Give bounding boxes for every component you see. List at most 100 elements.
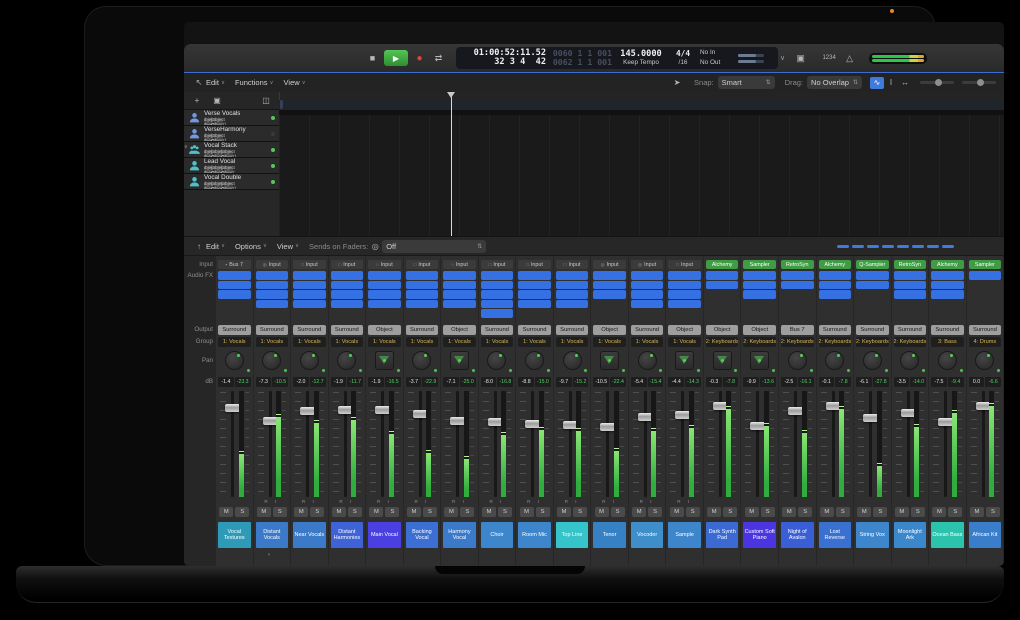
play-button[interactable]: ▶ — [384, 50, 408, 66]
pan-control[interactable] — [781, 349, 814, 375]
input-slot[interactable]: Alchemy — [931, 260, 964, 269]
cycle-button[interactable]: ⇄ — [431, 51, 446, 65]
pan-control[interactable] — [556, 349, 589, 375]
fx-plugin-slot[interactable] — [894, 271, 927, 280]
output-slot[interactable]: Surround — [556, 325, 589, 335]
menu-item[interactable]: Edit∨ — [206, 242, 225, 251]
gain-value[interactable]: -3.7 — [406, 377, 422, 387]
channel-strip[interactable]: ◎ Input Surround 1: Vocals -5.4 — [629, 256, 666, 566]
fx-plugin-slot[interactable] — [631, 290, 664, 299]
duplicate-track-button[interactable]: ▣ — [210, 95, 224, 107]
peak-value[interactable]: -15.4 — [648, 377, 664, 387]
mute-button[interactable]: M — [595, 507, 609, 517]
fx-plugin-slot[interactable] — [894, 281, 927, 290]
peak-value[interactable]: -22.9 — [422, 377, 438, 387]
channel-strip[interactable]: Alchemy Surround 2: Keyboards -0.1 -7.8 — [817, 256, 854, 566]
fader-track[interactable] — [644, 391, 647, 497]
pan-knob[interactable] — [600, 351, 619, 370]
peak-value[interactable]: -10.5 — [272, 377, 288, 387]
solo-button[interactable]: S — [611, 507, 625, 517]
gain-value[interactable]: -7.1 — [443, 377, 459, 387]
channel-name[interactable]: Near Vocals — [293, 522, 326, 548]
channel-strip[interactable]: □ Input Object 1: Vocals -4.4 -1 — [666, 256, 703, 566]
fx-plugin-slot[interactable] — [481, 290, 514, 299]
channel-filter-button[interactable] — [882, 245, 894, 248]
fx-plugin-slot[interactable] — [631, 281, 664, 290]
track-on-indicator[interactable] — [271, 116, 275, 120]
input-slot[interactable]: Alchemy — [706, 260, 739, 269]
record-input-buttons[interactable] — [894, 499, 927, 506]
solo-button[interactable]: S — [573, 507, 587, 517]
mute-button[interactable]: M — [482, 507, 496, 517]
mute-button[interactable]: M — [857, 507, 871, 517]
record-input-buttons[interactable]: R I — [293, 499, 326, 506]
record-button[interactable]: ● — [412, 51, 427, 65]
fx-plugin-slot[interactable] — [518, 300, 551, 309]
bar-ruler[interactable] — [279, 92, 1004, 100]
fx-plugin-slot[interactable] — [856, 281, 889, 290]
channel-strip[interactable]: □ Input Surround 1: Vocals -8.8 — [516, 256, 553, 566]
track-header[interactable]: Vocal Double [object Object][object Obje… — [184, 174, 279, 190]
fader-track[interactable] — [456, 391, 459, 497]
record-input-buttons[interactable]: R I — [556, 499, 589, 506]
record-input-buttons[interactable]: R I — [331, 499, 364, 506]
pan-knob[interactable] — [525, 351, 544, 370]
back-icon[interactable]: ↑ — [192, 240, 206, 252]
fx-plugin-slot[interactable] — [218, 271, 251, 280]
catch-playhead-button[interactable]: ▣ — [793, 51, 808, 65]
fx-plugin-slot[interactable] — [293, 281, 326, 290]
fader-track[interactable] — [944, 391, 947, 497]
fx-plugin-slot[interactable] — [256, 281, 289, 290]
fx-plugin-slot[interactable] — [368, 271, 401, 280]
output-slot[interactable]: Surround — [218, 325, 251, 335]
peak-value[interactable]: -15.0 — [535, 377, 551, 387]
output-slot[interactable]: Surround — [293, 325, 326, 335]
metronome-button[interactable]: △ — [842, 51, 857, 65]
fx-plugin-slot[interactable] — [256, 271, 289, 280]
channel-name[interactable]: Vocal Textures — [218, 522, 251, 548]
fader-track[interactable] — [569, 391, 572, 497]
gain-value[interactable]: 0.0 — [969, 377, 985, 387]
fader-track[interactable] — [681, 391, 684, 497]
peak-value[interactable]: -9.4 — [948, 377, 964, 387]
output-slot[interactable]: Surround — [406, 325, 439, 335]
channel-name[interactable]: Ocean Bass — [931, 522, 964, 548]
track-on-indicator[interactable] — [271, 148, 275, 152]
vertical-zoom-slider[interactable] — [920, 81, 954, 84]
gain-value[interactable]: -1.4 — [218, 377, 234, 387]
output-slot[interactable]: Object — [443, 325, 476, 335]
fx-plugin-slot[interactable] — [443, 281, 476, 290]
pan-control[interactable] — [518, 349, 551, 375]
peak-value[interactable]: -14.3 — [685, 377, 701, 387]
fx-plugin-slot[interactable] — [406, 300, 439, 309]
group-slot[interactable]: 1: Vocals — [556, 337, 589, 347]
channel-name[interactable]: Choir — [481, 522, 514, 548]
pan-knob[interactable] — [225, 351, 244, 370]
fx-plugin-slot[interactable] — [556, 300, 589, 309]
group-slot[interactable]: 1: Vocals — [368, 337, 401, 347]
mute-button[interactable]: M — [444, 507, 458, 517]
pan-knob[interactable] — [975, 351, 994, 370]
pan-control[interactable] — [969, 349, 1002, 375]
gain-value[interactable]: -7.3 — [256, 377, 272, 387]
track-header[interactable]: ∨ Vocal Stack [object Object][object Obj… — [184, 142, 279, 158]
fader-track[interactable] — [606, 391, 609, 497]
solo-button[interactable]: S — [498, 507, 512, 517]
fx-plugin-slot[interactable] — [518, 271, 551, 280]
channel-strip[interactable]: ▪ Bus 7 Surround 1: Vocals -1.4 — [216, 256, 253, 566]
pan-knob[interactable] — [375, 351, 394, 370]
record-input-buttons[interactable]: R I — [368, 499, 401, 506]
fx-plugin-slot[interactable] — [743, 290, 776, 299]
fx-plugin-slot[interactable] — [668, 271, 701, 280]
track-header[interactable]: Verse Vocals [object Object][object Obje… — [184, 110, 279, 126]
add-track-button[interactable]: + — [190, 95, 204, 107]
fx-plugin-slot[interactable] — [481, 271, 514, 280]
solo-button[interactable]: S — [235, 507, 249, 517]
pan-knob[interactable] — [863, 351, 882, 370]
solo-button[interactable]: S — [348, 507, 362, 517]
peak-value[interactable]: -25.0 — [460, 377, 476, 387]
pan-knob[interactable] — [788, 351, 807, 370]
peak-value[interactable]: -14.0 — [910, 377, 926, 387]
track-lane[interactable]: Vocal Double ↻ — [279, 114, 1004, 115]
group-slot[interactable]: 2: Keyboards — [856, 337, 889, 347]
